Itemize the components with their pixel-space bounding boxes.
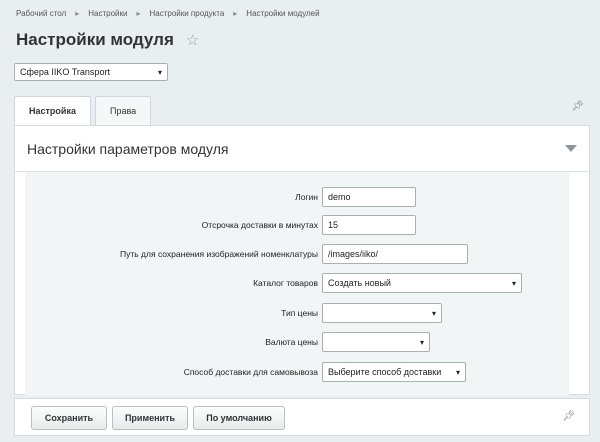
page-title: Настройки модуля xyxy=(16,30,174,49)
breadcrumb-separator-icon: ▸ xyxy=(136,9,141,18)
pin-icon[interactable]: 📌︎ xyxy=(571,101,584,112)
tab-settings[interactable]: Настройка xyxy=(14,96,91,126)
breadcrumb-separator-icon: ▸ xyxy=(75,9,80,18)
site-select-value: Сфера IIKO Transport xyxy=(20,67,110,77)
form-row-path: Путь для сохранения изображений номенкла… xyxy=(25,244,569,266)
catalog-select-value: Создать новый xyxy=(328,278,391,288)
collapse-triangle-icon[interactable] xyxy=(565,145,577,152)
currency-select[interactable]: ▾ xyxy=(322,332,430,352)
login-label: Логин xyxy=(295,192,318,202)
breadcrumb-product-settings[interactable]: Настройки продукта xyxy=(149,9,224,18)
breadcrumb-separator-icon: ▸ xyxy=(233,9,238,18)
chevron-down-icon: ▾ xyxy=(511,279,516,288)
pin-icon[interactable]: 📌︎ xyxy=(562,411,575,422)
apply-button[interactable]: Применить xyxy=(112,406,188,430)
form-row-login: Логин demo xyxy=(25,187,569,209)
catalog-label: Каталог товаров xyxy=(253,278,318,288)
delay-input[interactable]: 15 xyxy=(322,215,416,235)
image-path-input[interactable]: /images/iiko/ xyxy=(322,244,468,264)
price-type-label: Тип цены xyxy=(281,308,318,318)
star-icon[interactable]: ☆ xyxy=(186,31,199,49)
pickup-select-value: Выберите способ доставки xyxy=(328,367,442,377)
settings-panel: Настройки параметров модуля Логин demo О… xyxy=(14,125,590,396)
login-input[interactable]: demo xyxy=(322,187,416,207)
default-button[interactable]: По умолчанию xyxy=(193,406,285,430)
form-row-delay: Отсрочка доставки в минутах 15 xyxy=(25,215,569,237)
form-row-catalog: Каталог товаров Создать новый ▾ xyxy=(25,273,569,295)
price-type-select[interactable]: ▾ xyxy=(322,303,442,323)
path-label: Путь для сохранения изображений номенкла… xyxy=(120,249,318,259)
delay-label: Отсрочка доставки в минутах xyxy=(201,220,318,230)
catalog-select[interactable]: Создать новый ▾ xyxy=(322,273,522,293)
chevron-down-icon: ▾ xyxy=(157,68,162,77)
form-row-currency: Валюта цены ▾ xyxy=(25,332,569,354)
chevron-down-icon: ▾ xyxy=(431,309,436,318)
breadcrumb-settings[interactable]: Настройки xyxy=(88,9,127,18)
chevron-down-icon: ▾ xyxy=(419,338,424,347)
tab-bar: Настройка Права xyxy=(14,96,155,126)
panel-title: Настройки параметров модуля xyxy=(27,141,229,157)
breadcrumb: Рабочий стол ▸ Настройки ▸ Настройки про… xyxy=(16,9,320,18)
currency-label: Валюта цены xyxy=(265,337,318,347)
breadcrumb-desktop[interactable]: Рабочий стол xyxy=(16,9,66,18)
form-area: Логин demo Отсрочка доставки в минутах 1… xyxy=(25,172,569,396)
pickup-label: Способ доставки для самовывоза xyxy=(183,367,318,377)
site-select[interactable]: Сфера IIKO Transport ▾ xyxy=(14,63,168,81)
panel-header: Настройки параметров модуля xyxy=(15,126,589,172)
breadcrumb-module-settings[interactable]: Настройки модулей xyxy=(246,9,319,18)
pickup-delivery-select[interactable]: Выберите способ доставки ▾ xyxy=(322,362,466,382)
save-button[interactable]: Сохранить xyxy=(31,406,107,430)
form-row-price-type: Тип цены ▾ xyxy=(25,303,569,325)
tab-rights[interactable]: Права xyxy=(94,96,152,125)
form-row-pickup: Способ доставки для самовывоза Выберите … xyxy=(25,362,569,384)
chevron-down-icon: ▾ xyxy=(455,368,460,377)
page-title-row: Настройки модуля ☆ xyxy=(16,30,199,50)
button-bar: Сохранить Применить По умолчанию 📌︎ xyxy=(14,398,590,436)
